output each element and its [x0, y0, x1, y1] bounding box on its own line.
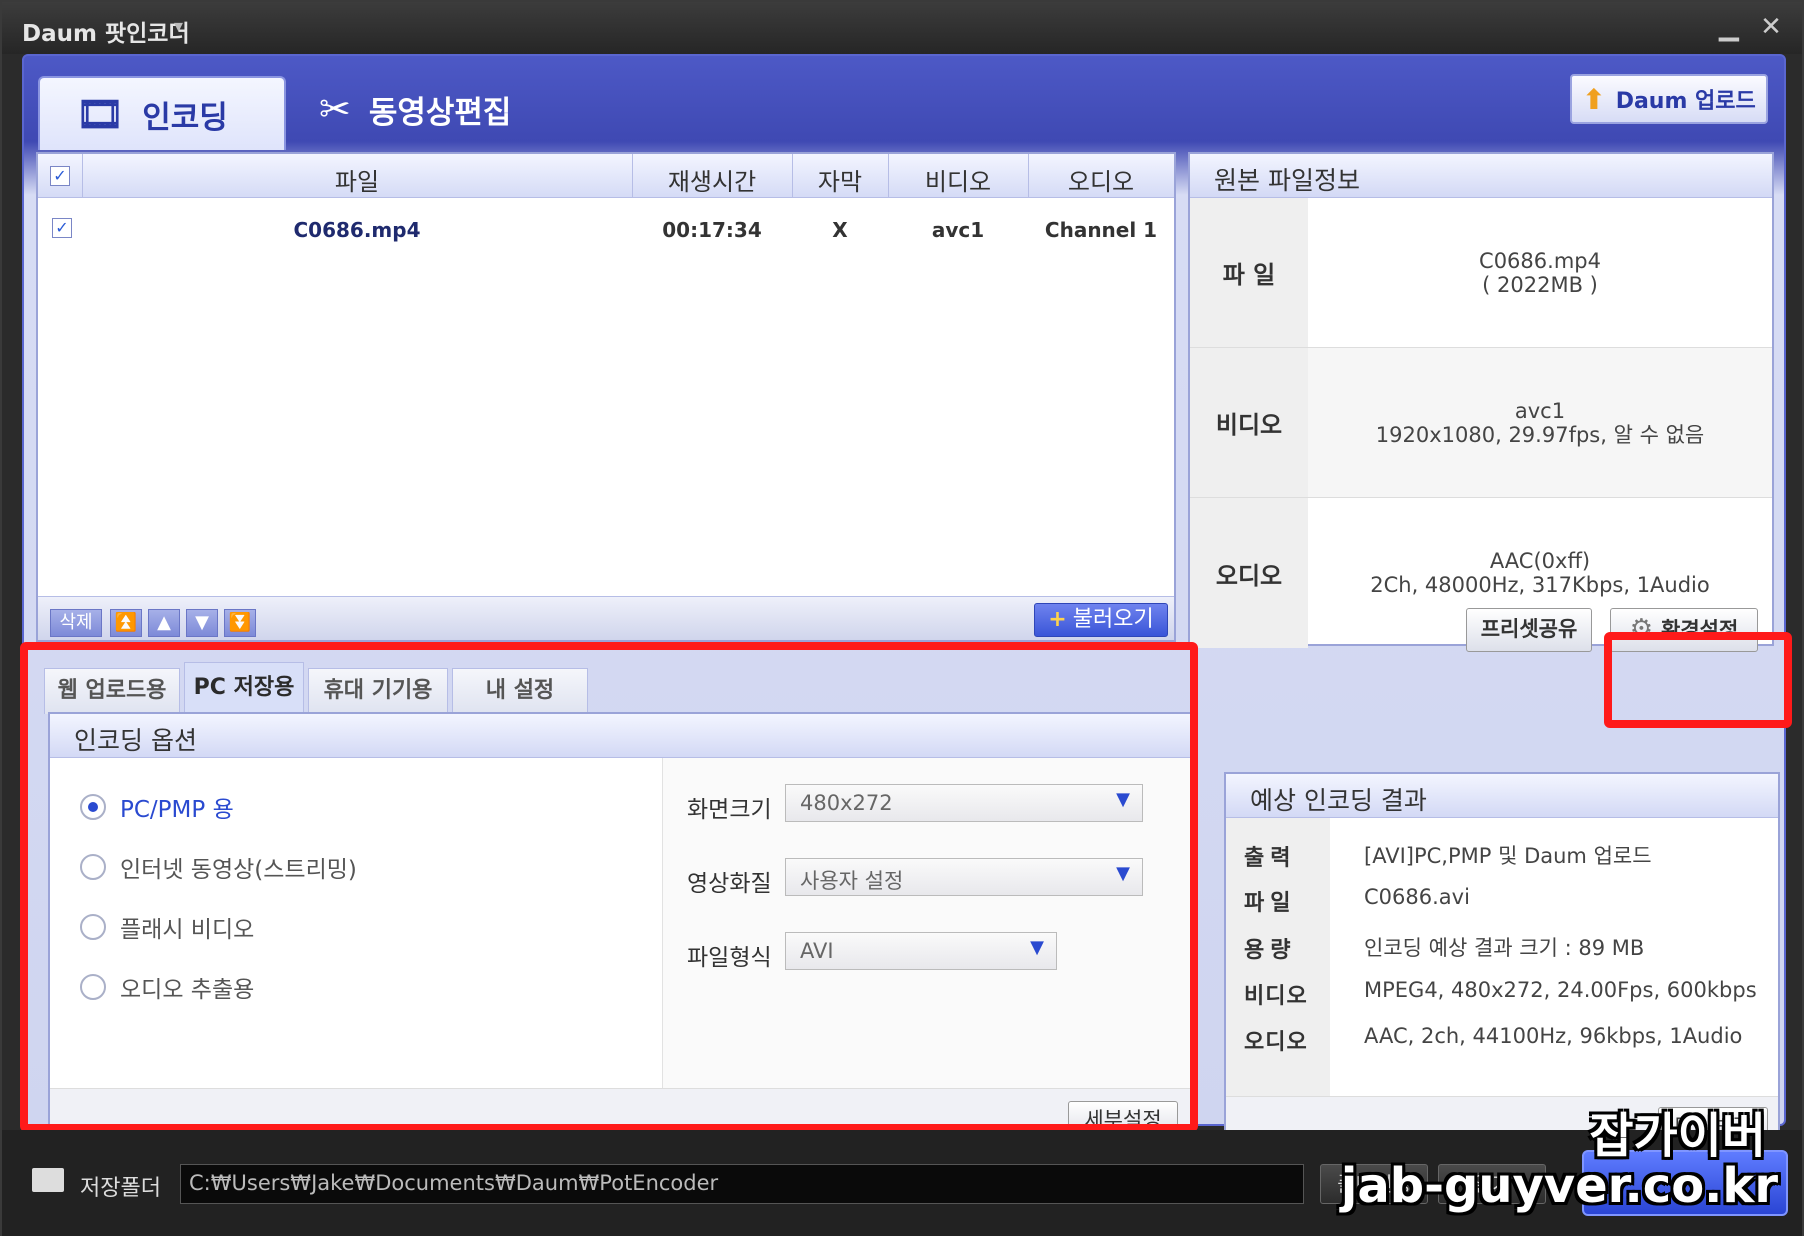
row-file: C0686.mp4 [293, 218, 421, 242]
preset-share-button[interactable]: 프리셋공유 [1466, 608, 1592, 652]
result-row: 오디오 AAC, 2ch, 44100Hz, 96kbps, 1Audio [1226, 1024, 1778, 1068]
result-label: 오디오 [1244, 1030, 1308, 1055]
title-bar: Daum 팟인코더 ▾ ▁ ✕ [2, 2, 1802, 54]
result-label: 파일 [1244, 891, 1297, 916]
source-info-row: 파 일 C0686.mp4( 2022MB ) [1190, 198, 1772, 348]
result-value: AAC, 2ch, 44100Hz, 96kbps, 1Audio [1364, 1024, 1743, 1048]
source-info-title: 원본 파일정보 [1190, 154, 1772, 198]
select-all-checkbox[interactable]: ✓ [50, 166, 70, 186]
source-info-label: 오디오 [1190, 498, 1308, 648]
col-duration[interactable]: 재생시간 [632, 162, 792, 197]
row-video: avc1 [931, 218, 985, 242]
col-video[interactable]: 비디오 [888, 162, 1028, 197]
film-reel-icon: 🎞 [76, 91, 125, 136]
source-info-value: avc1 [1514, 398, 1566, 423]
row-audio: Channel 1 [1044, 218, 1158, 242]
expected-result-title: 예상 인코딩 결과 [1226, 774, 1778, 818]
result-label: 용량 [1244, 938, 1297, 963]
result-value: 인코딩 예상 결과 크기 : 89 MB [1364, 936, 1645, 960]
file-list-header: ✓ 파일 재생시간 자막 비디오 오디오 [38, 154, 1174, 198]
delete-button[interactable]: 삭제 [50, 609, 102, 637]
source-info-label: 파 일 [1190, 198, 1308, 347]
tab-video-edit[interactable]: ✂ 동영상편집 [299, 76, 569, 142]
source-info-value: AAC(0xff) [1489, 549, 1591, 573]
result-row: 비디오 MPEG4, 480x272, 24.00Fps, 600kbps [1226, 978, 1778, 1022]
result-value: MPEG4, 480x272, 24.00Fps, 600kbps [1364, 978, 1757, 1002]
col-file[interactable]: 파일 [82, 162, 632, 197]
source-info-value: ( 2022MB ) [1482, 272, 1598, 297]
plus-icon: + [1048, 607, 1067, 632]
daum-upload-label: Daum 업로드 [1615, 89, 1756, 114]
file-list-toolbar: 삭제 ⏫ ▲ ▼ ⏬ + 불러오기 [38, 596, 1174, 640]
close-button[interactable]: ✕ [1756, 12, 1786, 42]
save-folder-label: 저장폴더 [80, 1176, 161, 1201]
load-button-label: 불러오기 [1072, 607, 1154, 632]
tab-encoding[interactable]: 🎞 인코딩 [38, 76, 286, 150]
watermark-title: 잡가이버 [1589, 1108, 1766, 1164]
result-row: 출력 [AVI]PC,PMP 및 Daum 업로드 [1226, 840, 1778, 884]
app-window: Daum 팟인코더 ▾ ▁ ✕ 🎞 인코딩 ✂ 동영상편집 ⬆ Daum 업로드… [0, 0, 1804, 1236]
tab-video-edit-label: 동영상편집 [368, 94, 512, 131]
row-subtitle: X [832, 218, 848, 242]
move-bottom-button[interactable]: ⏬ [224, 609, 256, 637]
highlight-box-settings [1604, 632, 1792, 728]
source-info-value: 2Ch, 48000Hz, 317Kbps, 1Audio [1370, 573, 1710, 597]
source-info-value: C0686.mp4 [1479, 248, 1601, 273]
minimize-button[interactable]: ▁ [1714, 12, 1744, 42]
menu-chevron-icon[interactable]: ▾ [174, 16, 183, 37]
source-info-label: 비디오 [1190, 348, 1308, 497]
tab-encoding-label: 인코딩 [142, 99, 228, 136]
col-subtitle[interactable]: 자막 [792, 162, 888, 197]
source-info-value: 1920x1080, 29.97fps, 알 수 없음 [1375, 422, 1705, 447]
result-row: 파일 C0686.avi [1226, 885, 1778, 929]
result-label: 출력 [1244, 846, 1297, 871]
watermark-url: jab-guyver.co.kr [1340, 1158, 1778, 1214]
result-value: C0686.avi [1364, 885, 1470, 909]
scissors-film-icon: ✂ [319, 87, 351, 131]
window-title: Daum 팟인코더 [22, 21, 190, 47]
source-file-info-panel: 원본 파일정보 파 일 C0686.mp4( 2022MB ) 비디오 avc1… [1188, 152, 1774, 648]
move-down-button[interactable]: ▼ [186, 609, 218, 637]
move-top-button[interactable]: ⏫ [110, 609, 142, 637]
result-row: 용량 인코딩 예상 결과 크기 : 89 MB [1226, 932, 1778, 976]
row-duration: 00:17:34 [662, 218, 762, 242]
load-button[interactable]: + 불러오기 [1034, 603, 1168, 637]
highlight-box-encoding [20, 642, 1198, 1132]
daum-upload-button[interactable]: ⬆ Daum 업로드 [1570, 74, 1768, 124]
move-up-button[interactable]: ▲ [148, 609, 180, 637]
result-label: 비디오 [1244, 984, 1308, 1009]
row-checkbox[interactable]: ✓ [52, 218, 72, 238]
upload-arrow-icon: ⬆ [1582, 82, 1606, 116]
save-folder-path[interactable]: C:₩Users₩Jake₩Documents₩Daum₩PotEncoder [180, 1164, 1304, 1204]
source-info-row: 비디오 avc1 1920x1080, 29.97fps, 알 수 없음 [1190, 348, 1772, 498]
col-audio[interactable]: 오디오 [1028, 162, 1174, 197]
result-value: [AVI]PC,PMP 및 Daum 업로드 [1364, 844, 1652, 868]
file-list: ✓ 파일 재생시간 자막 비디오 오디오 ✓ C0686.mp4 00:17:3… [36, 152, 1176, 642]
folder-icon [32, 1168, 64, 1192]
